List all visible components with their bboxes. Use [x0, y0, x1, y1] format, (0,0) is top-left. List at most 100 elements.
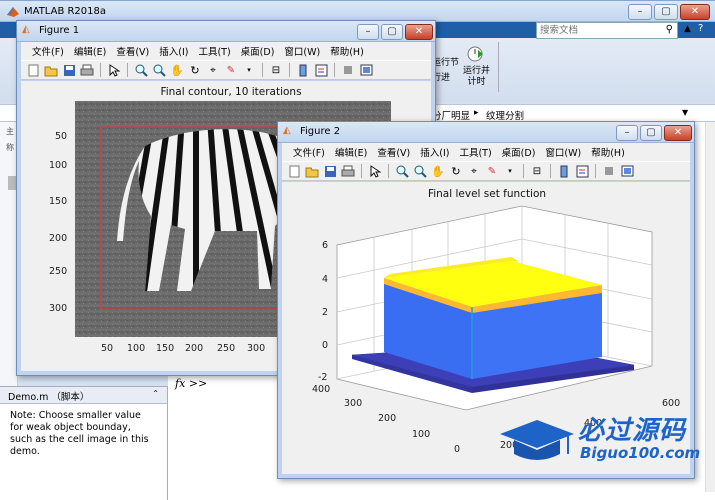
breadcrumb-item[interactable]: 分厂明显 — [432, 108, 470, 122]
ribbon-divider — [498, 42, 499, 92]
search-input[interactable] — [537, 23, 657, 38]
open-file-icon[interactable] — [43, 62, 59, 78]
zoom-out-icon[interactable] — [151, 62, 167, 78]
link-plot-icon[interactable]: ⊟ — [529, 163, 545, 179]
figure2-maximize-button[interactable]: ▢ — [640, 125, 662, 141]
menu-tools[interactable]: 工具(T) — [193, 44, 235, 58]
show-plot-tools-icon[interactable] — [619, 163, 635, 179]
pan-icon[interactable]: ✋ — [169, 62, 185, 78]
right-scroll-track[interactable] — [705, 122, 715, 492]
panel-expand-icon[interactable]: ⌃ — [152, 389, 159, 401]
figure1-menubar: 文件(F) 编辑(E) 查看(V) 插入(I) 工具(T) 桌面(D) 窗口(W… — [21, 42, 431, 60]
search-box[interactable]: ⚲ — [536, 22, 678, 39]
figure1-toolbar: ✋ ↻ ⌖ ✎ ▾ ⊟ — [21, 60, 431, 80]
maximize-button[interactable]: ▢ — [654, 4, 678, 20]
figure1-plot-title: Final contour, 10 iterations — [160, 86, 302, 98]
z-tick-label: 0 — [322, 340, 329, 351]
save-icon[interactable] — [322, 163, 338, 179]
rotate-icon[interactable]: ↻ — [448, 163, 464, 179]
menu-help[interactable]: 帮助(H) — [586, 145, 630, 159]
colorbar-icon[interactable] — [295, 62, 311, 78]
menu-file[interactable]: 文件(F) — [288, 145, 330, 159]
menu-tools[interactable]: 工具(T) — [454, 145, 496, 159]
run-section-label[interactable]: 运行节 — [432, 55, 459, 68]
menu-window[interactable]: 窗口(W) — [279, 44, 325, 58]
new-figure-icon[interactable] — [286, 163, 302, 179]
graduation-cap-icon — [500, 420, 574, 460]
left-panel-label: 称 — [6, 143, 14, 152]
matlab-titlebar: MATLAB R2018a – ▢ ✕ — [0, 0, 715, 22]
new-figure-icon[interactable] — [25, 62, 41, 78]
figure2-title: Figure 2 — [300, 126, 341, 137]
close-button[interactable]: ✕ — [680, 4, 710, 20]
pointer-icon[interactable] — [106, 62, 122, 78]
data-cursor-icon[interactable]: ⌖ — [466, 163, 482, 179]
breadcrumb-separator-icon: ▸ — [474, 108, 479, 118]
figure1-maximize-button[interactable]: ▢ — [381, 24, 403, 40]
figure-icon: ◭ — [22, 24, 30, 35]
y-tick-label: 150 — [49, 196, 68, 207]
open-file-icon[interactable] — [304, 163, 320, 179]
menu-desktop[interactable]: 桌面(D) — [497, 145, 541, 159]
menu-window[interactable]: 窗口(W) — [540, 145, 586, 159]
menu-view[interactable]: 查看(V) — [372, 145, 415, 159]
hide-plot-tools-icon[interactable] — [601, 163, 617, 179]
brush-icon[interactable]: ✎ — [484, 163, 500, 179]
y-tick-label: 400 — [312, 384, 331, 395]
hide-plot-tools-icon[interactable] — [340, 62, 356, 78]
ribbon-help-icon[interactable]: ? — [698, 23, 703, 34]
legend-icon[interactable] — [313, 62, 329, 78]
menu-view[interactable]: 查看(V) — [111, 44, 154, 58]
brush-icon[interactable]: ✎ — [223, 62, 239, 78]
brush-dropdown-icon[interactable]: ▾ — [241, 62, 257, 78]
breadcrumb-item[interactable]: 纹理分割 — [486, 108, 524, 122]
y-tick-label: 250 — [49, 266, 68, 277]
y-tick-label: 100 — [49, 160, 68, 171]
pan-icon[interactable]: ✋ — [430, 163, 446, 179]
watermark: 必过源码 Biguo100.com — [498, 410, 700, 466]
path-dropdown-icon[interactable]: ▼ — [682, 108, 688, 117]
y-tick-label: 300 — [344, 398, 363, 409]
brush-dropdown-icon[interactable]: ▾ — [502, 163, 518, 179]
link-plot-icon[interactable]: ⊟ — [268, 62, 284, 78]
run-and-time-icon[interactable] — [466, 44, 484, 62]
print-icon[interactable] — [79, 62, 95, 78]
data-cursor-icon[interactable]: ⌖ — [205, 62, 221, 78]
left-panel-label: 主 — [6, 127, 14, 136]
save-icon[interactable] — [61, 62, 77, 78]
figure1-close-button[interactable]: ✕ — [405, 24, 433, 40]
figure2-titlebar[interactable]: ◭ Figure 2 – ▢ ✕ — [278, 122, 694, 143]
y-tick-label: 300 — [49, 303, 68, 314]
x-tick-label: 200 — [185, 343, 204, 354]
minimize-button[interactable]: – — [628, 4, 652, 20]
run-and-time-label[interactable]: 运行并 计时 — [463, 66, 490, 88]
y-tick-label: 100 — [412, 429, 431, 440]
legend-icon[interactable] — [574, 163, 590, 179]
rotate-icon[interactable]: ↻ — [187, 62, 203, 78]
figure1-titlebar[interactable]: ◭ Figure 1 – ▢ ✕ — [17, 21, 435, 42]
zoom-out-icon[interactable] — [412, 163, 428, 179]
ribbon-collapse-icon[interactable]: ▲ — [684, 24, 691, 34]
figure-icon: ◭ — [283, 125, 291, 136]
menu-file[interactable]: 文件(F) — [27, 44, 69, 58]
zoom-in-icon[interactable] — [133, 62, 149, 78]
zoom-in-icon[interactable] — [394, 163, 410, 179]
search-icon[interactable]: ⚲ — [666, 24, 673, 35]
pointer-icon[interactable] — [367, 163, 383, 179]
figure2-minimize-button[interactable]: – — [616, 125, 638, 141]
file-details-note: Note: Choose smaller value for weak obje… — [10, 410, 149, 457]
figure2-close-button[interactable]: ✕ — [664, 125, 692, 141]
menu-help[interactable]: 帮助(H) — [325, 44, 369, 58]
colorbar-icon[interactable] — [556, 163, 572, 179]
file-details-title: Demo.m （脚本） — [8, 392, 90, 403]
menu-insert[interactable]: 插入(I) — [154, 44, 193, 58]
show-plot-tools-icon[interactable] — [358, 62, 374, 78]
print-icon[interactable] — [340, 163, 356, 179]
menu-insert[interactable]: 插入(I) — [415, 145, 454, 159]
menu-desktop[interactable]: 桌面(D) — [236, 44, 280, 58]
file-details-panel: Demo.m （脚本） ⌃ Note: Choose smaller value… — [0, 386, 168, 500]
menu-edit[interactable]: 编辑(E) — [330, 145, 372, 159]
command-prompt[interactable]: fx >> — [175, 377, 207, 390]
figure1-minimize-button[interactable]: – — [357, 24, 379, 40]
menu-edit[interactable]: 编辑(E) — [69, 44, 111, 58]
